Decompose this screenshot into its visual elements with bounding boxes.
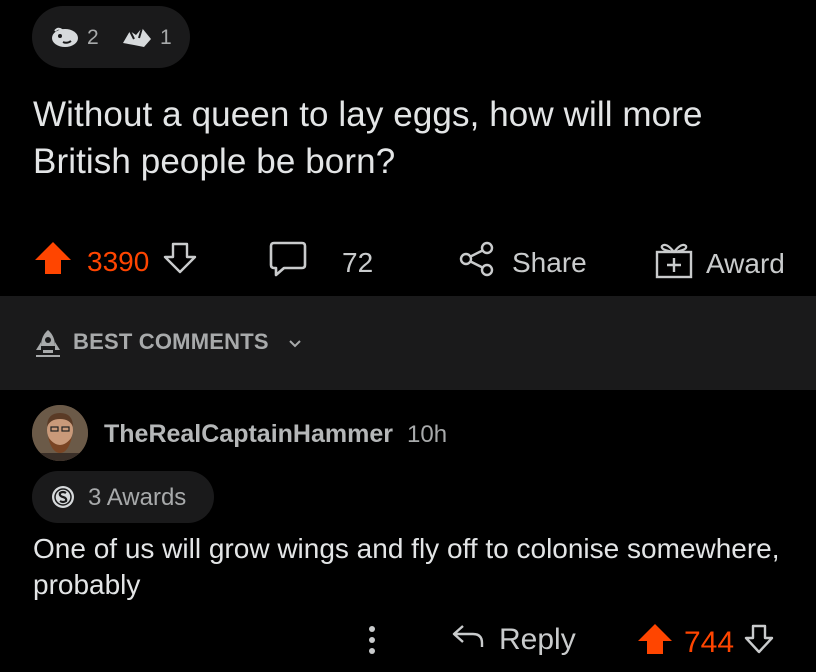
post-action-bar: 3390 72 Share Award xyxy=(0,230,816,286)
upvote-arrow-icon[interactable] xyxy=(33,240,73,283)
vote-count: 3390 xyxy=(87,245,150,277)
comment-count: 72 xyxy=(342,246,374,278)
comment-awards-label: 3 Awards xyxy=(88,484,187,511)
vote-control: 3390 xyxy=(33,240,197,283)
share-button[interactable]: Share xyxy=(458,240,587,285)
gift-icon xyxy=(654,240,694,287)
chevron-down-icon xyxy=(288,336,302,354)
more-vertical-icon xyxy=(362,622,382,666)
reply-arrow-icon xyxy=(451,622,485,658)
share-icon xyxy=(458,240,496,285)
upvote-arrow-icon[interactable] xyxy=(636,622,674,664)
post-awards-pill[interactable]: 2 1 xyxy=(32,6,190,68)
award-button[interactable]: Award xyxy=(654,240,785,287)
comments-button[interactable]: 72 xyxy=(268,240,373,285)
comment-bubble-icon xyxy=(268,240,308,285)
avatar[interactable] xyxy=(32,405,88,461)
sort-label: BEST COMMENTS xyxy=(73,329,269,354)
downvote-arrow-icon[interactable] xyxy=(744,623,774,663)
comment-vote-control: 744 xyxy=(636,622,774,664)
award-count: 1 xyxy=(160,26,172,49)
downvote-arrow-icon[interactable] xyxy=(163,241,197,282)
award-face-icon xyxy=(50,25,80,54)
award-count: 2 xyxy=(87,26,99,49)
award-hands-icon xyxy=(120,25,154,56)
share-label: Share xyxy=(512,246,587,278)
silver-award-icon xyxy=(50,484,76,515)
post-title: Without a queen to lay eggs, how will mo… xyxy=(33,95,703,181)
comment-body: One of us will grow wings and fly off to… xyxy=(33,533,780,600)
award-label: Award xyxy=(706,247,785,279)
comment-awards-pill[interactable]: 3 Awards xyxy=(32,471,214,523)
comment-timestamp: 10h xyxy=(407,421,448,448)
more-options-button[interactable] xyxy=(362,622,382,666)
comment-sort-bar[interactable]: BEST COMMENTS xyxy=(0,296,816,390)
rocket-icon xyxy=(33,328,63,363)
reply-label: Reply xyxy=(499,623,576,656)
comment-username[interactable]: TheRealCaptainHammer xyxy=(104,420,393,449)
reply-button[interactable]: Reply xyxy=(451,622,576,658)
comment-vote-count: 744 xyxy=(684,626,735,659)
